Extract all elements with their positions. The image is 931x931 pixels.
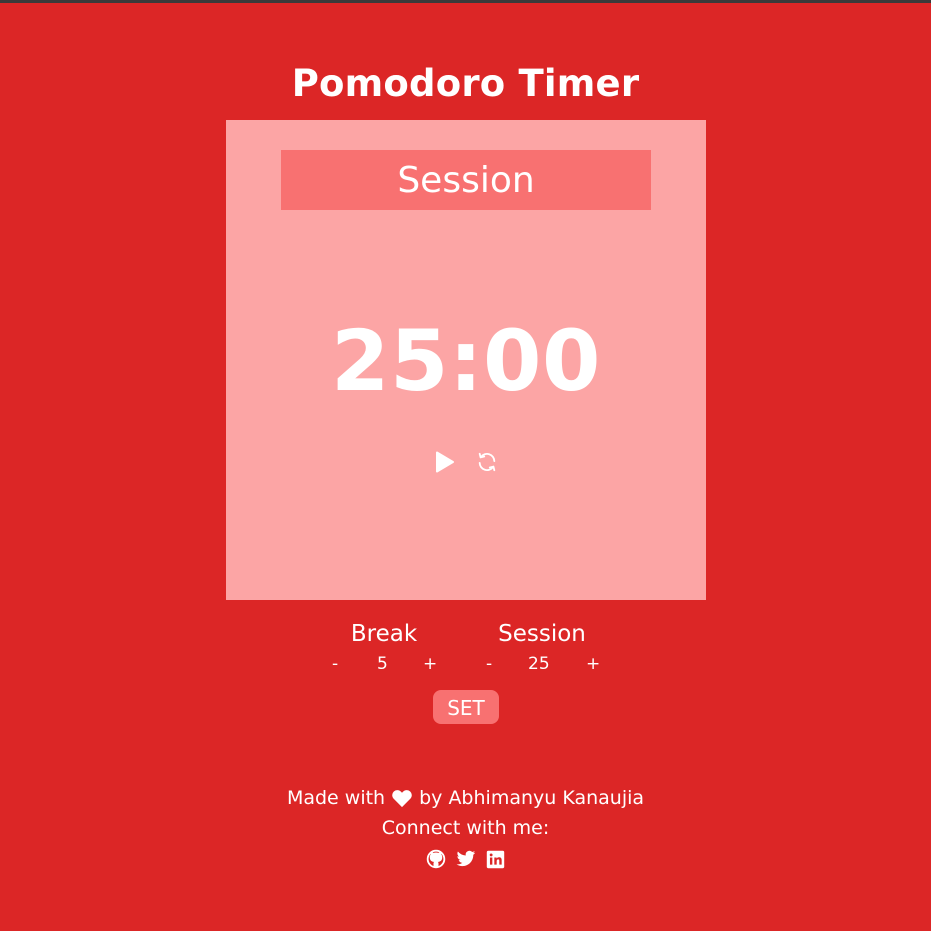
linkedin-icon [486, 850, 505, 868]
timer-card: Session 25:00 [226, 120, 706, 600]
time-display: 25:00 [331, 312, 601, 410]
twitter-icon [456, 850, 475, 867]
timer-controls [226, 450, 706, 474]
session-label: Session [498, 621, 586, 647]
github-link[interactable] [426, 849, 446, 869]
reset-button[interactable] [474, 450, 500, 474]
break-value: 5 [377, 654, 388, 674]
twitter-link[interactable] [456, 849, 476, 869]
break-label: Break [350, 621, 418, 647]
session-value: 25 [528, 654, 550, 674]
page-title: Pomodoro Timer [291, 62, 640, 105]
play-icon [436, 451, 454, 473]
break-stepper: - 5 + [324, 652, 444, 676]
credit-line: Made with by Abhimanyu Kanaujia [0, 783, 931, 813]
heart-icon [392, 790, 412, 808]
break-increment-button[interactable]: + [423, 652, 437, 676]
session-decrement-button[interactable]: - [486, 652, 492, 676]
play-button[interactable] [432, 450, 458, 474]
mode-label: Session [281, 150, 651, 210]
pomodoro-app: Pomodoro Timer Session 25:00 Break - 5 +… [0, 0, 931, 931]
break-setting: Break - 5 + [324, 618, 444, 676]
window-top-edge [0, 0, 931, 3]
connect-text: Connect with me: [381, 817, 550, 839]
session-increment-button[interactable]: + [586, 652, 600, 676]
footer: Made with by Abhimanyu Kanaujia Connect … [0, 783, 931, 869]
break-decrement-button[interactable]: - [332, 652, 338, 676]
session-stepper: - 25 + [482, 652, 602, 676]
set-button[interactable]: SET [433, 690, 499, 724]
made-with-text: Made with [286, 787, 386, 809]
author-text: by Abhimanyu Kanaujia [419, 787, 645, 809]
social-links [0, 849, 931, 869]
refresh-icon [478, 452, 496, 472]
session-setting: Session - 25 + [482, 618, 602, 676]
linkedin-link[interactable] [486, 849, 506, 869]
github-icon [426, 849, 445, 869]
